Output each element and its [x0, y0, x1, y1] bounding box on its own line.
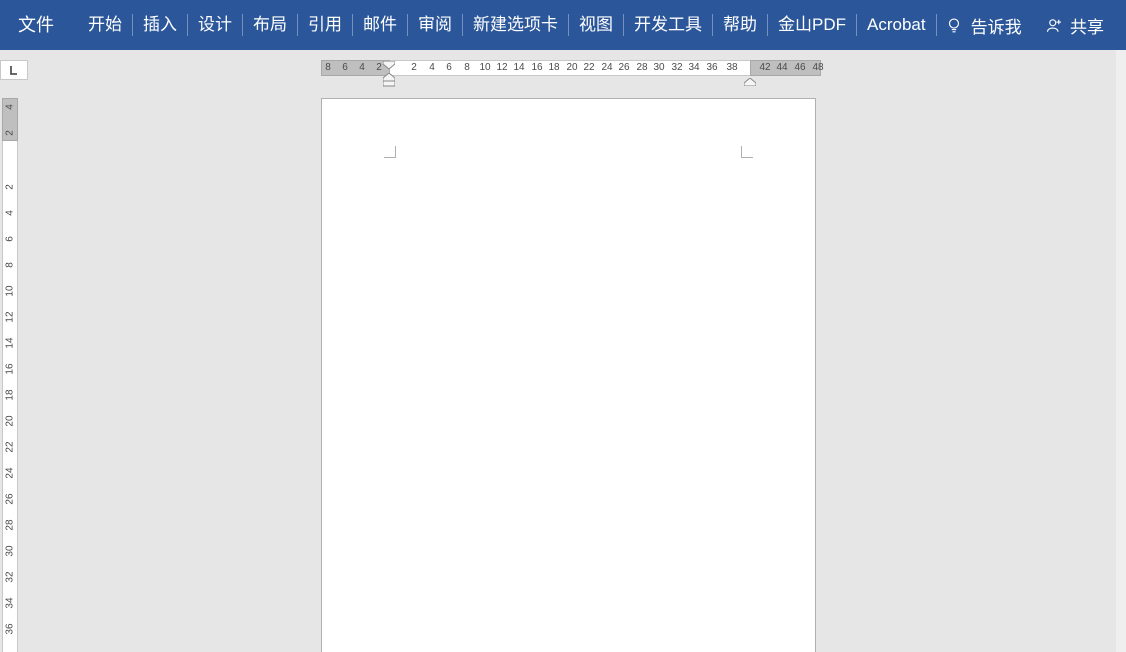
hruler-num: 22 [583, 61, 594, 75]
hruler-num: 6 [446, 61, 452, 75]
vruler-num: 18 [5, 388, 16, 402]
tab-file[interactable]: 文件 [0, 0, 72, 50]
tab-layout[interactable]: 布局 [243, 0, 297, 50]
vertical-ruler[interactable]: 4 2 2 4 6 8 10 12 14 16 18 20 22 24 26 2… [0, 98, 20, 652]
vruler-num: 28 [5, 518, 16, 532]
hruler-num: 38 [726, 61, 737, 75]
hruler-num: 18 [548, 61, 559, 75]
ribbon-tabs: 文件 开始 插入 设计 布局 引用 邮件 审阅 新建选项卡 视图 开发工具 帮助… [0, 0, 1126, 50]
tab-review[interactable]: 审阅 [408, 0, 462, 50]
hruler-num: 2 [376, 61, 382, 75]
lightbulb-icon [945, 16, 963, 34]
vruler-track: 4 2 2 4 6 8 10 12 14 16 18 20 22 24 26 2… [2, 98, 18, 652]
tell-me-label: 告诉我 [971, 13, 1022, 38]
tab-design[interactable]: 设计 [188, 0, 242, 50]
vruler-num: 22 [5, 440, 16, 454]
hruler-num: 48 [812, 61, 823, 75]
hruler-num: 42 [759, 61, 770, 75]
hruler-num: 8 [464, 61, 470, 75]
tab-kingsoft-pdf[interactable]: 金山PDF [768, 0, 856, 50]
hruler-num: 4 [359, 61, 365, 75]
hruler-num: 8 [325, 61, 331, 75]
hruler-num: 44 [776, 61, 787, 75]
margin-corner-top-left [384, 146, 396, 158]
vruler-num: 26 [5, 492, 16, 506]
first-line-indent-marker[interactable] [383, 56, 395, 64]
hruler-num: 28 [636, 61, 647, 75]
share-button[interactable]: 共享 [1036, 0, 1114, 50]
tab-developer[interactable]: 开发工具 [624, 0, 712, 50]
hruler-num: 16 [531, 61, 542, 75]
vruler-num: 30 [5, 544, 16, 558]
vruler-num: 24 [5, 466, 16, 480]
hruler-num: 36 [706, 61, 717, 75]
share-icon [1046, 16, 1064, 34]
document-page[interactable] [321, 98, 816, 652]
tab-acrobat[interactable]: Acrobat [857, 0, 936, 50]
tab-insert[interactable]: 插入 [133, 0, 187, 50]
hruler-num: 2 [411, 61, 417, 75]
hruler-num: 30 [653, 61, 664, 75]
vruler-num: 2 [5, 126, 16, 140]
share-label: 共享 [1070, 13, 1104, 38]
tabstop-l-icon [9, 65, 19, 75]
vruler-num: 36 [5, 622, 16, 636]
vertical-scrollbar[interactable] [1116, 50, 1126, 652]
vruler-num: 4 [5, 100, 16, 114]
hruler-num: 14 [513, 61, 524, 75]
tab-stop-selector[interactable] [0, 60, 28, 80]
hruler-num: 4 [429, 61, 435, 75]
hruler-num: 6 [342, 61, 348, 75]
workspace: 8 6 4 2 2 4 6 8 10 12 14 16 18 20 22 24 … [0, 50, 1126, 652]
vruler-num: 16 [5, 362, 16, 376]
tab-home[interactable]: 开始 [78, 0, 132, 50]
vruler-num: 8 [5, 258, 16, 272]
hanging-indent-marker[interactable] [383, 73, 395, 87]
vruler-num: 4 [5, 206, 16, 220]
vruler-num: 14 [5, 336, 16, 350]
tab-help[interactable]: 帮助 [713, 0, 767, 50]
tab-references[interactable]: 引用 [298, 0, 352, 50]
vruler-num: 12 [5, 310, 16, 324]
hruler-num: 12 [496, 61, 507, 75]
hruler-num: 26 [618, 61, 629, 75]
tell-me[interactable]: 告诉我 [937, 0, 1030, 50]
vruler-num: 2 [5, 180, 16, 194]
right-indent-marker[interactable] [744, 73, 756, 81]
horizontal-ruler[interactable]: 8 6 4 2 2 4 6 8 10 12 14 16 18 20 22 24 … [321, 60, 821, 80]
vruler-num: 6 [5, 232, 16, 246]
hruler-num: 24 [601, 61, 612, 75]
hruler-num: 34 [688, 61, 699, 75]
hruler-num: 20 [566, 61, 577, 75]
vruler-num: 10 [5, 284, 16, 298]
tab-view[interactable]: 视图 [569, 0, 623, 50]
vruler-num: 20 [5, 414, 16, 428]
margin-corner-top-right [741, 146, 753, 158]
vruler-num: 34 [5, 596, 16, 610]
vruler-num: 32 [5, 570, 16, 584]
hruler-num: 46 [794, 61, 805, 75]
tab-mailings[interactable]: 邮件 [353, 0, 407, 50]
hruler-num: 10 [479, 61, 490, 75]
hruler-num: 32 [671, 61, 682, 75]
tab-new-tab[interactable]: 新建选项卡 [463, 0, 568, 50]
